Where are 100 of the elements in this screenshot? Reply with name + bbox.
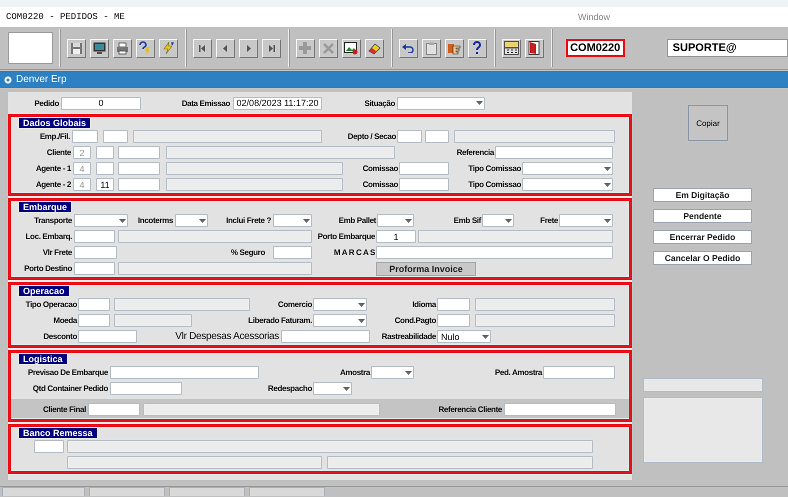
section-title: Embarque bbox=[19, 202, 72, 212]
field-label: Referencia bbox=[456, 148, 494, 157]
toolbar-button[interactable] bbox=[524, 38, 544, 58]
input-field[interactable] bbox=[437, 314, 470, 327]
plus-icon bbox=[299, 42, 312, 54]
field-label: Cond.Pagto bbox=[394, 316, 436, 325]
field-label: Comissao bbox=[362, 164, 398, 173]
input-field[interactable] bbox=[34, 440, 64, 453]
toolbar-button[interactable] bbox=[238, 38, 258, 58]
input-field[interactable] bbox=[273, 246, 312, 259]
input-field[interactable] bbox=[78, 314, 110, 327]
monitor-icon bbox=[92, 42, 106, 54]
input-field[interactable] bbox=[425, 130, 449, 143]
input-field[interactable] bbox=[78, 330, 137, 343]
field-label: Agente - 2 bbox=[34, 180, 71, 189]
status-button[interactable]: Pendente bbox=[653, 209, 752, 223]
toolbar-button[interactable] bbox=[136, 38, 155, 58]
first-record-icon bbox=[198, 44, 207, 52]
input-field[interactable] bbox=[376, 246, 613, 259]
tab[interactable] bbox=[89, 487, 165, 496]
question-lightning-icon bbox=[138, 41, 152, 55]
input-field[interactable] bbox=[118, 178, 160, 191]
input-field[interactable]: 1 bbox=[376, 230, 416, 243]
status-button[interactable]: Cancelar O Pedido bbox=[653, 251, 752, 265]
input-field[interactable] bbox=[110, 366, 259, 379]
field-label: Tipo Comissao bbox=[467, 180, 521, 189]
dropdown[interactable] bbox=[175, 214, 208, 227]
caret-icon bbox=[405, 370, 412, 374]
logo-area bbox=[8, 32, 53, 64]
copy-button[interactable]: Copiar bbox=[688, 105, 728, 141]
toolbar-button[interactable] bbox=[112, 38, 132, 58]
caret-icon bbox=[476, 101, 483, 105]
tab[interactable] bbox=[169, 487, 245, 496]
field-label: Comercio bbox=[276, 300, 312, 309]
proforma-invoice-button[interactable]: Proforma Invoice bbox=[376, 262, 476, 276]
field-label: Tipo Operacao bbox=[24, 300, 77, 309]
input-field[interactable] bbox=[399, 178, 449, 191]
input-field[interactable] bbox=[72, 130, 98, 143]
field-label: Frete bbox=[539, 216, 558, 225]
input-field[interactable] bbox=[74, 230, 115, 243]
toolbar-button[interactable] bbox=[192, 38, 212, 58]
input-field[interactable]: 0 bbox=[61, 96, 141, 110]
toolbar-button[interactable] bbox=[444, 38, 464, 58]
input-field[interactable] bbox=[543, 366, 615, 379]
picture-icon bbox=[344, 42, 358, 54]
input-field[interactable] bbox=[103, 130, 128, 143]
dropdown[interactable] bbox=[371, 366, 414, 379]
tab[interactable] bbox=[249, 487, 325, 496]
input-field[interactable] bbox=[437, 298, 470, 311]
input-field[interactable]: 11 bbox=[96, 178, 114, 191]
input-field[interactable] bbox=[88, 403, 140, 416]
caret-icon bbox=[358, 318, 365, 322]
input-field[interactable] bbox=[74, 262, 115, 275]
input-field[interactable] bbox=[74, 246, 117, 259]
field-label: Porto Embarque bbox=[316, 232, 375, 241]
dropdown[interactable]: Nulo bbox=[437, 330, 491, 343]
field-label: Referencia Cliente bbox=[437, 405, 502, 414]
dropdown[interactable] bbox=[377, 214, 414, 227]
toolbar-button[interactable] bbox=[342, 38, 361, 58]
input-field[interactable] bbox=[399, 162, 449, 175]
toolbar-button[interactable] bbox=[90, 38, 109, 58]
input-field[interactable] bbox=[118, 146, 160, 159]
status-button[interactable]: Em Digitação bbox=[653, 188, 752, 202]
user-field[interactable]: SUPORTE@ bbox=[666, 39, 788, 57]
field-label: Qtd Container Pedido bbox=[32, 384, 108, 393]
exit-door-icon bbox=[528, 41, 540, 55]
dropdown[interactable] bbox=[313, 382, 352, 395]
toolbar-button[interactable] bbox=[364, 38, 384, 58]
caret-icon bbox=[358, 302, 365, 306]
input-field[interactable] bbox=[495, 146, 613, 159]
toolbar-button[interactable] bbox=[468, 38, 487, 58]
status-button[interactable]: Encerrar Pedido bbox=[653, 230, 752, 244]
input-field[interactable] bbox=[397, 130, 422, 143]
menu-item[interactable]: Window bbox=[578, 12, 610, 22]
caret-icon bbox=[482, 334, 489, 338]
toolbar-button[interactable] bbox=[502, 38, 521, 58]
input-field[interactable] bbox=[281, 330, 370, 343]
previous-icon bbox=[220, 44, 230, 52]
input-field[interactable] bbox=[78, 298, 110, 311]
caret-icon bbox=[303, 218, 310, 222]
input-field[interactable] bbox=[96, 146, 114, 159]
field-label: Idioma bbox=[411, 300, 436, 309]
help-icon bbox=[472, 41, 482, 55]
clipboard-icon bbox=[426, 42, 437, 54]
toolbar-button[interactable] bbox=[262, 38, 281, 58]
input-field[interactable] bbox=[110, 382, 182, 395]
dropdown[interactable] bbox=[482, 214, 514, 227]
caret-icon bbox=[505, 218, 512, 222]
input-field[interactable] bbox=[118, 162, 160, 175]
dropdown[interactable] bbox=[273, 214, 312, 227]
input-field[interactable]: 02/08/2023 11:17:20 bbox=[233, 96, 322, 110]
input-field[interactable] bbox=[96, 162, 114, 175]
toolbar-button[interactable] bbox=[216, 38, 235, 58]
tab[interactable] bbox=[2, 487, 85, 496]
field-label: M A R C A S bbox=[332, 248, 375, 257]
caret-icon bbox=[604, 182, 611, 186]
caret-icon bbox=[604, 166, 611, 170]
caret-icon bbox=[119, 218, 126, 222]
input-field[interactable] bbox=[504, 403, 616, 416]
toolbar-button[interactable] bbox=[398, 38, 418, 58]
